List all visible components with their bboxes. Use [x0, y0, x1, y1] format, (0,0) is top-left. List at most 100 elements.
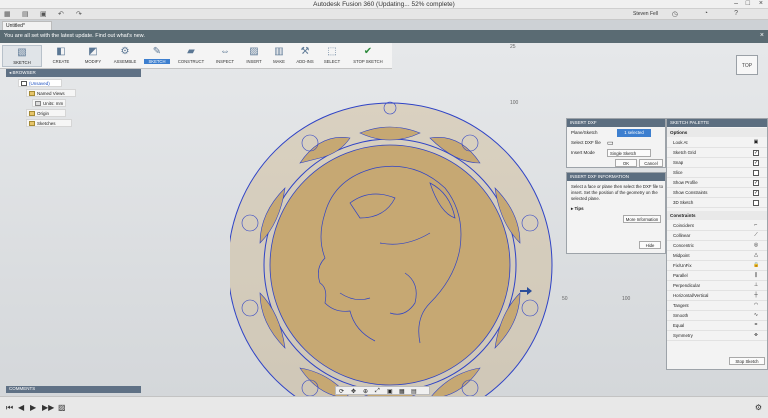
- banner-close-icon[interactable]: ×: [760, 32, 764, 39]
- stop-sketch-button[interactable]: Stop Sketch: [729, 357, 765, 365]
- sketch-drawing[interactable]: [230, 93, 560, 418]
- more-information-button[interactable]: More Information: [623, 215, 661, 223]
- file-menu-icon[interactable]: ▤: [22, 10, 29, 18]
- user-account[interactable]: Steven Fell: [633, 11, 658, 17]
- browser-header[interactable]: ◂ BROWSER: [6, 69, 141, 77]
- tree-item-units[interactable]: Units: mm: [32, 99, 66, 107]
- look-at-icon[interactable]: ▣: [753, 140, 759, 146]
- option-show-profile[interactable]: Show Profile ✓: [667, 178, 767, 188]
- zoom-icon[interactable]: ⊕: [363, 388, 368, 395]
- ornament-bottom-right: [429, 367, 481, 399]
- perpendicular-icon[interactable]: ⊥: [753, 283, 759, 289]
- banner-message[interactable]: You are all set with the latest update. …: [4, 33, 145, 39]
- toolbar-make[interactable]: ▥ MAKE: [268, 45, 290, 67]
- checkbox-checked-icon[interactable]: ✓: [753, 150, 759, 156]
- option-snap[interactable]: Snap ✓: [667, 158, 767, 168]
- comments-panel[interactable]: COMMENTS: [6, 386, 141, 393]
- option-sketch-grid[interactable]: Sketch Grid ✓: [667, 148, 767, 158]
- smooth-icon[interactable]: ∿: [753, 313, 759, 319]
- viewports-icon[interactable]: ▤: [411, 388, 417, 395]
- coincident-icon[interactable]: ⌐: [753, 223, 759, 229]
- constraint-perpendicular[interactable]: Perpendicular ⊥: [667, 281, 767, 291]
- concentric-icon[interactable]: ◎: [753, 243, 759, 249]
- checkbox-empty-icon[interactable]: [753, 200, 759, 206]
- constraint-midpoint[interactable]: Midpoint △: [667, 251, 767, 261]
- hide-button[interactable]: Hide: [639, 241, 661, 249]
- toolbar-insert[interactable]: ▨ INSERT: [242, 45, 266, 67]
- tree-item-origin[interactable]: Origin: [26, 109, 66, 117]
- constraints-section[interactable]: Constraints: [667, 211, 767, 220]
- first-step-icon[interactable]: ⏮: [6, 403, 13, 413]
- notifications-icon[interactable]: ◔: [704, 10, 708, 17]
- tree-item-sketches[interactable]: Sketches: [26, 119, 72, 127]
- constraint-concentric[interactable]: Concentric ◎: [667, 241, 767, 251]
- close-icon[interactable]: ×: [759, 0, 763, 7]
- checkbox-checked-icon[interactable]: ✓: [753, 180, 759, 186]
- toolbar-addins[interactable]: ⚒ ADD-INS: [292, 45, 318, 67]
- fit-icon[interactable]: ⤢: [375, 388, 380, 395]
- parallel-icon[interactable]: ∥: [753, 273, 759, 279]
- option-3d-sketch[interactable]: 3D Sketch: [667, 198, 767, 208]
- ok-button[interactable]: OK: [615, 159, 637, 167]
- previous-step-icon[interactable]: ◀: [18, 403, 24, 412]
- constraint-horizontal-vertical[interactable]: Horizontal/Vertical ┼: [667, 291, 767, 301]
- constraint-coincident[interactable]: Coincident ⌐: [667, 221, 767, 231]
- redo-icon[interactable]: ↷: [76, 10, 82, 18]
- collinear-icon[interactable]: ⟋: [753, 233, 759, 239]
- option-show-constraints[interactable]: Show Constraints ✓: [667, 188, 767, 198]
- help-icon[interactable]: ?: [734, 10, 738, 17]
- toolbar-select[interactable]: ⬚ SELECT: [320, 45, 344, 67]
- tree-item-root[interactable]: (Unsaved): [18, 79, 62, 87]
- toolbar-assemble[interactable]: ⚙ ASSEMBLE: [110, 45, 140, 67]
- tips-toggle[interactable]: ▸ Tips: [571, 206, 584, 212]
- toolbar-create[interactable]: ◧ CREATE: [48, 45, 74, 67]
- toolbar-stop-sketch[interactable]: ✔ STOP SKETCH: [348, 45, 388, 67]
- next-step-icon[interactable]: ▶▶: [42, 403, 54, 412]
- equal-icon[interactable]: =: [753, 323, 759, 329]
- timeline-settings-icon[interactable]: ⚙: [755, 403, 762, 412]
- display-settings-icon[interactable]: ▣: [387, 388, 393, 395]
- options-section[interactable]: Options: [667, 128, 767, 137]
- viewcube[interactable]: TOP: [736, 55, 758, 75]
- save-icon[interactable]: ▣: [40, 10, 47, 18]
- mode-select[interactable]: Single Sketch: [607, 149, 651, 157]
- play-icon[interactable]: ▶: [30, 403, 36, 412]
- workspace-switcher[interactable]: ▧ SKETCH: [2, 45, 42, 67]
- cancel-button[interactable]: Cancel: [639, 159, 663, 167]
- lock-icon[interactable]: 🔒: [753, 263, 759, 269]
- midpoint-icon[interactable]: △: [753, 253, 759, 259]
- move-arrow-handle[interactable]: [520, 287, 532, 295]
- symmetry-icon[interactable]: ⌯: [753, 333, 759, 339]
- job-status-icon[interactable]: ◷: [672, 10, 678, 18]
- toolbar-inspect[interactable]: ⇔ INSPECT: [212, 45, 238, 67]
- constraint-fix[interactable]: Fix/UnFix 🔒: [667, 261, 767, 271]
- horizontal-vertical-icon[interactable]: ┼: [753, 293, 759, 299]
- constraint-parallel[interactable]: Parallel ∥: [667, 271, 767, 281]
- constraint-collinear[interactable]: Collinear ⟋: [667, 231, 767, 241]
- toolbar-construct[interactable]: ▰ CONSTRUCT: [174, 45, 208, 67]
- toolbar-sketch[interactable]: ✎ SKETCH: [144, 45, 170, 67]
- constraint-tangent[interactable]: Tangent ◠: [667, 301, 767, 311]
- option-slice[interactable]: Slice: [667, 168, 767, 178]
- checkbox-empty-icon[interactable]: [753, 170, 759, 176]
- minimize-icon[interactable]: –: [734, 0, 738, 7]
- tangent-icon[interactable]: ◠: [753, 303, 759, 309]
- constraint-equal[interactable]: Equal =: [667, 321, 767, 331]
- toolbar-modify[interactable]: ◩ MODIFY: [80, 45, 106, 67]
- checkbox-checked-icon[interactable]: ✓: [753, 190, 759, 196]
- tree-item-named-views[interactable]: Named Views: [26, 89, 76, 97]
- maximize-icon[interactable]: □: [746, 0, 750, 7]
- constraint-smooth[interactable]: Smooth ∿: [667, 311, 767, 321]
- checkbox-checked-icon[interactable]: ✓: [753, 160, 759, 166]
- grid-icon[interactable]: ▦: [399, 388, 405, 395]
- plane-select-button[interactable]: 1 selected: [617, 129, 651, 137]
- option-look-at[interactable]: Look At ▣: [667, 138, 767, 148]
- pan-icon[interactable]: ✥: [351, 388, 356, 395]
- apps-grid-icon[interactable]: ▦: [4, 10, 11, 18]
- undo-icon[interactable]: ↶: [58, 10, 64, 18]
- orbit-icon[interactable]: ⟳: [339, 388, 344, 395]
- timeline-sketch-icon[interactable]: ▨: [58, 403, 66, 412]
- folder-open-icon[interactable]: ▭: [607, 139, 614, 147]
- document-tab[interactable]: Untitled*: [2, 21, 52, 30]
- constraint-symmetry[interactable]: Symmetry ⌯: [667, 331, 767, 341]
